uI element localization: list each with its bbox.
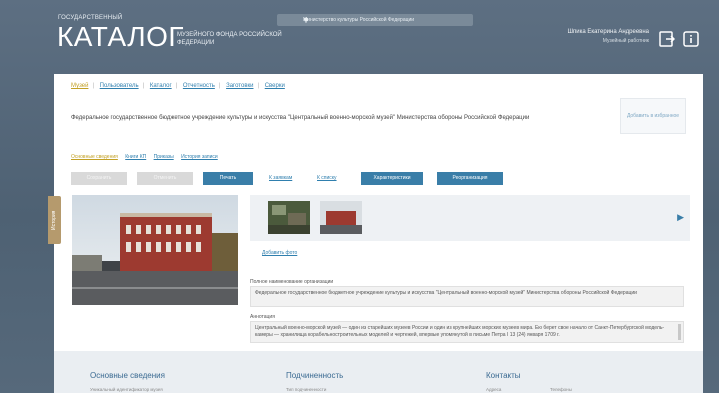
section-contacts-title: Контакты — [486, 371, 521, 380]
tab-separator: | — [257, 83, 260, 89]
info-icon[interactable] — [683, 31, 699, 47]
to-list-link[interactable]: К списку — [317, 172, 337, 185]
subtab-orders[interactable]: Приказы — [154, 154, 174, 160]
annotation-scrollbar[interactable] — [678, 324, 681, 340]
museum-building-image — [72, 195, 238, 305]
user-role: Музейный работник — [602, 38, 649, 44]
reorganization-button[interactable]: Реорганизация — [437, 172, 503, 185]
tab-separator: | — [92, 83, 94, 89]
subtab-main-info[interactable]: Основные сведения — [71, 154, 118, 160]
tab-separator: | — [142, 83, 145, 89]
header: ГОСУДАРСТВЕННЫЙ КАТАЛОГ МУЗЕЙНОГО ФОНДА … — [0, 0, 719, 72]
user-info[interactable]: Шпика Екатерина Андреевна Музейный работ… — [567, 28, 649, 46]
subtab-kp-books[interactable]: Книги КП — [125, 154, 146, 160]
thumbnail-1[interactable] — [268, 201, 310, 234]
tab-reports[interactable]: Отчетность — [183, 83, 215, 89]
main-panel: Музей | Пользователь | Каталог | Отчетность… — [48, 74, 703, 393]
characteristics-button[interactable]: Характеристики — [361, 172, 423, 185]
main-tabs: Музей | Пользователь | Каталог | Отчетность… — [71, 83, 289, 89]
history-side-tab[interactable]: История — [48, 196, 61, 244]
logo-subtitle: МУЗЕЙНОГО ФОНДА РОССИЙСКОЙ ФЕДЕРАЦИИ — [177, 32, 282, 46]
tab-drafts[interactable]: Заготовки — [226, 83, 253, 89]
tab-catalog[interactable]: Каталог — [150, 83, 172, 89]
ministry-label: Министерство культуры Российской Федерац… — [303, 17, 415, 23]
app-window: ГОСУДАРСТВЕННЫЙ КАТАЛОГ МУЗЕЙНОГО ФОНДА … — [0, 0, 719, 393]
cancel-button[interactable]: Отменить — [137, 172, 193, 185]
logo-catalog-text[interactable]: КАТАЛОГ — [57, 22, 184, 52]
pin-icon — [304, 17, 308, 23]
tab-reconciliations[interactable]: Сверки — [265, 83, 285, 89]
thumbnail-image — [320, 201, 362, 234]
section-main-info-title: Основные сведения — [90, 371, 165, 380]
thumbnail-2[interactable] — [320, 201, 362, 234]
thumbnail-image — [268, 201, 310, 234]
photo-thumbnails: ▶ — [250, 195, 690, 241]
section-subordination-label: Тип подчиненности — [286, 387, 327, 392]
tab-separator: | — [218, 83, 221, 89]
museum-photo[interactable] — [72, 195, 238, 305]
next-photo-arrow-icon[interactable]: ▶ — [677, 212, 684, 223]
full-name-field[interactable]: Федеральное государственное бюджетное уч… — [250, 286, 684, 307]
section-contacts-phones: Телефоны — [550, 387, 572, 392]
add-favorite-button[interactable]: Добавить в избранное — [620, 98, 686, 134]
info-sections: Основные сведения Уникальный идентификат… — [54, 351, 703, 393]
full-name-label: Полное наименование организации — [250, 279, 334, 285]
section-main-info-label: Уникальный идентификатор музея — [90, 387, 163, 392]
section-contacts-addresses: Адреса — [486, 387, 502, 392]
annotation-text: Центральный военно-морской музей — один … — [255, 325, 665, 338]
subtab-history[interactable]: История записи — [181, 154, 218, 160]
tab-user[interactable]: Пользователь — [100, 83, 139, 89]
add-photo-link[interactable]: Добавить фото — [262, 250, 297, 256]
organization-title: Федеральное государственное бюджетное уч… — [71, 115, 530, 121]
save-button[interactable]: Сохранить — [71, 172, 127, 185]
tab-museum[interactable]: Музей — [71, 83, 88, 89]
print-button[interactable]: Печать — [203, 172, 253, 185]
to-requests-link[interactable]: К заявкам — [269, 172, 292, 185]
ministry-bar[interactable]: Министерство культуры Российской Федерац… — [277, 14, 473, 26]
user-name: Шпика Екатерина Андреевна — [567, 29, 649, 35]
tab-separator: | — [175, 83, 178, 89]
annotation-field[interactable]: Центральный военно-морской музей — один … — [250, 321, 684, 343]
logout-icon[interactable] — [659, 31, 675, 47]
section-subordination-title: Подчиненность — [286, 371, 344, 380]
sub-tabs: Основные сведения Книги КП Приказы Истор… — [71, 154, 224, 160]
annotation-label: Аннотация — [250, 314, 275, 320]
